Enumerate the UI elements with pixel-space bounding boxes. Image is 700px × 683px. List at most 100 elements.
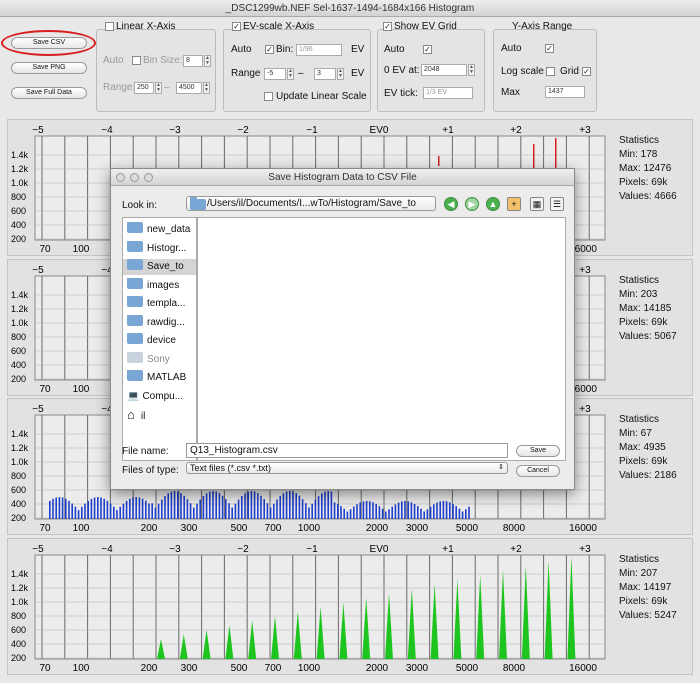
- y-max-label: Max: [501, 87, 520, 98]
- sidebar-item[interactable]: rawdig...: [127, 314, 197, 331]
- linear-axis-checkbox[interactable]: [105, 22, 114, 31]
- sidebar-item[interactable]: ⌂ il: [127, 407, 197, 423]
- dialog-titlebar: Save Histogram Data to CSV File: [111, 169, 574, 186]
- save-full-data-button[interactable]: Save Full Data: [11, 87, 87, 99]
- folder-icon: [127, 370, 143, 381]
- file-type-select[interactable]: Text files (*.csv *.txt) ⇕: [186, 462, 508, 474]
- range-from-field[interactable]: 250: [134, 82, 154, 94]
- folder-icon: [127, 222, 143, 233]
- y-max-field[interactable]: 1437: [545, 86, 585, 98]
- sidebar-item[interactable]: MATLAB: [127, 370, 197, 386]
- ev-tick-label: −4: [101, 544, 113, 555]
- histogram-bar: [269, 507, 272, 519]
- stat-pixels: Pixels: 69k: [619, 317, 668, 328]
- stat-min: Min: 203: [619, 289, 658, 300]
- histogram-bar: [132, 497, 134, 519]
- list-view-icon[interactable]: ☰: [550, 197, 564, 211]
- update-linear-checkbox[interactable]: [264, 92, 273, 101]
- sidebar-item[interactable]: 💻 Compu...: [127, 389, 197, 405]
- ev-tick-select[interactable]: 1/3 EV: [423, 87, 473, 99]
- bin-size-checkbox[interactable]: [132, 56, 141, 65]
- update-linear-label[interactable]: Update Linear Scale: [276, 91, 367, 102]
- dialog-zoom-button[interactable]: [144, 173, 153, 182]
- sidebar-item[interactable]: images: [127, 277, 197, 294]
- range-to-field[interactable]: 4500: [176, 82, 202, 94]
- dialog-minimize-button[interactable]: [130, 173, 139, 182]
- ev-axis-checkbox[interactable]: ✓: [232, 22, 241, 31]
- up-folder-icon[interactable]: ▲: [486, 197, 500, 211]
- linear-auto-label: Auto: [103, 55, 124, 66]
- histogram-bar: [71, 503, 73, 519]
- ev-range-from-stepper[interactable]: ▲ ▼: [287, 68, 294, 80]
- sidebar-item-label: templa...: [147, 298, 186, 309]
- ev-tick-label: −1: [306, 544, 318, 555]
- histogram-bar: [465, 509, 467, 519]
- histogram-bar: [61, 497, 64, 519]
- histogram-bar: [533, 150, 535, 170]
- y-tick-label: 1.4k: [11, 429, 29, 439]
- save-csv-button[interactable]: Save CSV: [11, 37, 87, 49]
- dialog-close-button[interactable]: [116, 173, 125, 182]
- sidebar-item[interactable]: Save_to: [123, 259, 196, 275]
- icon-view-icon[interactable]: ▦: [530, 197, 544, 211]
- look-in-select[interactable]: /Users/il/Documents/I...wTo/Histogram/Sa…: [186, 196, 436, 211]
- range-to-stepper[interactable]: ▲ ▼: [203, 82, 210, 94]
- stat-values: Values: 2186: [619, 470, 677, 481]
- sidebar-item-label: MATLAB: [147, 372, 187, 383]
- histogram-bar: [109, 503, 112, 519]
- histogram-bar: [356, 504, 358, 519]
- grid-auto-checkbox[interactable]: ✓: [423, 45, 432, 54]
- ev-bin-select[interactable]: 1/96: [296, 44, 342, 56]
- file-name-input[interactable]: Q13_Histogram.csv: [186, 443, 508, 458]
- stat-pixels: Pixels: 69k: [619, 177, 668, 188]
- histogram-bar: [234, 503, 237, 519]
- histogram-bar: [122, 503, 125, 519]
- histogram-bar: [244, 493, 246, 519]
- histogram-bar: [282, 493, 285, 519]
- histogram-bar: [247, 491, 249, 519]
- histogram-bar: [391, 506, 393, 519]
- ev-tick-label: −3: [169, 125, 181, 136]
- ev-range-from-field[interactable]: -5: [264, 68, 286, 80]
- histogram-bar: [343, 508, 345, 519]
- folder-icon: [127, 296, 143, 307]
- stat-title: Statistics: [619, 135, 660, 146]
- range-from-stepper[interactable]: ▲ ▼: [155, 82, 162, 94]
- histogram-bar: [381, 508, 384, 519]
- sidebar-item[interactable]: device: [127, 333, 197, 349]
- ev-range-to-stepper[interactable]: ▲ ▼: [337, 68, 344, 80]
- sidebar-item-label: Histogr...: [147, 242, 187, 254]
- y-axis-title: Y-Axis Range: [512, 21, 573, 32]
- histogram-bar: [362, 501, 365, 519]
- sidebar-item[interactable]: Sony: [127, 351, 197, 368]
- save-button[interactable]: Save: [516, 445, 560, 457]
- ev-range-to-field[interactable]: 3: [314, 68, 336, 80]
- histogram-bar: [369, 501, 371, 519]
- ev-grid-checkbox[interactable]: ✓: [383, 22, 392, 31]
- linear-tick-label: 100: [73, 384, 90, 395]
- y-grid-checkbox[interactable]: ✓: [582, 67, 591, 76]
- histogram-bar: [241, 496, 243, 519]
- log-scale-checkbox[interactable]: [546, 67, 555, 76]
- bin-size-field[interactable]: 8: [183, 55, 203, 67]
- ev0-stepper[interactable]: ▲ ▼: [468, 64, 475, 76]
- y-auto-checkbox[interactable]: ✓: [545, 44, 554, 53]
- file-list[interactable]: [197, 217, 566, 461]
- stat-values: Values: 5247: [619, 610, 677, 621]
- ev-bin-checkbox[interactable]: ✓: [265, 45, 274, 54]
- sidebar-item[interactable]: Histogr...: [127, 240, 197, 257]
- histogram-bar: [237, 499, 240, 519]
- sidebar-item[interactable]: templa...: [127, 296, 197, 312]
- sidebar-item[interactable]: new_data: [127, 222, 197, 238]
- cancel-button[interactable]: Cancel: [516, 465, 560, 477]
- save-png-button[interactable]: Save PNG: [11, 62, 87, 74]
- forward-icon[interactable]: ▶: [465, 197, 479, 211]
- ev0-field[interactable]: 2048: [421, 64, 467, 76]
- histogram-bar: [129, 498, 131, 519]
- new-folder-icon[interactable]: +: [507, 197, 521, 211]
- sidebar-item-label: Compu...: [142, 390, 184, 402]
- bin-size-stepper[interactable]: ▲ ▼: [204, 55, 211, 67]
- histogram-panel: −5 −4 −3 −2 −1 EV0 +1 +2 +3 1.4k 1.2k 1.0k 800 600 400…: [7, 538, 693, 675]
- back-icon[interactable]: ◀: [444, 197, 458, 211]
- ev-range-separator: –: [298, 68, 304, 79]
